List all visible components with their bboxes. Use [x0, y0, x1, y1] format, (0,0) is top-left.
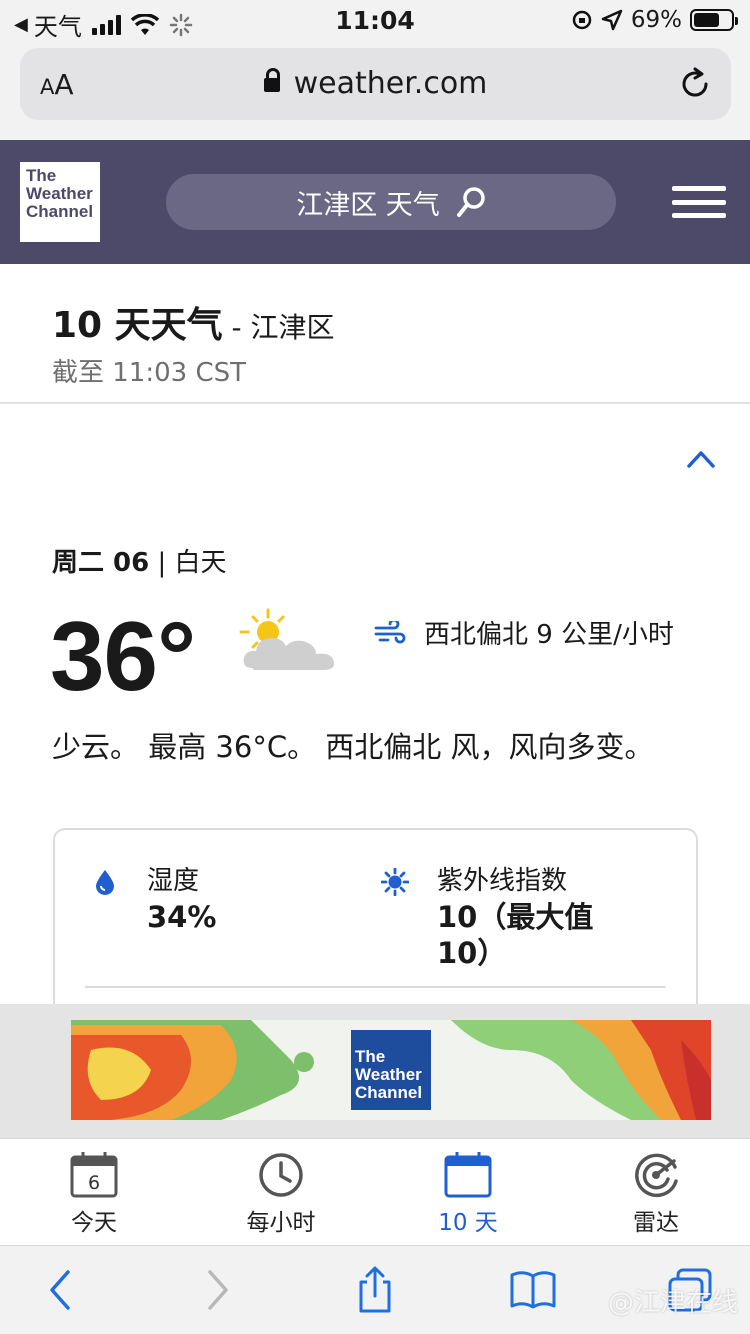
page-location: 江津区 — [250, 311, 335, 344]
back-icon[interactable] — [38, 1266, 86, 1314]
site-header: The Weather Channel 江津区 天气 — [0, 140, 750, 264]
bottom-tab-bar: 6 今天 每小时 10 天 雷达 — [0, 1138, 750, 1246]
day-heading: 周二 06 | 白天 — [52, 548, 227, 578]
orientation-lock-icon — [572, 10, 592, 30]
forward-icon[interactable] — [192, 1266, 240, 1314]
humidity-item: 湿度 34% — [96, 860, 217, 935]
uv-sun-icon — [381, 868, 409, 896]
wind-info: 西北偏北 9 公里/小时 — [374, 614, 674, 651]
humidity-label: 湿度 — [147, 866, 200, 896]
menu-icon[interactable] — [672, 186, 726, 218]
tab-label-today: 今天 — [71, 1210, 117, 1236]
collapse-chevron-icon[interactable] — [686, 448, 716, 470]
details-card: 湿度 34% 紫外线指数 10（最大值 10） — [53, 828, 698, 1028]
tab-hourly[interactable]: 每小时 — [206, 1151, 356, 1237]
tab-label-10-day: 10 天 — [438, 1210, 498, 1236]
battery-percent: 69% — [630, 7, 682, 33]
reload-icon[interactable] — [677, 66, 713, 102]
tab-label-radar: 雷达 — [633, 1210, 679, 1236]
address-bar[interactable]: AA weather.com — [20, 48, 731, 120]
tab-radar[interactable]: 雷达 — [581, 1151, 731, 1237]
wind-icon — [374, 620, 406, 643]
watermark: @江津在线 — [607, 1288, 738, 1318]
temperature: 36° — [50, 601, 196, 711]
lock-icon — [263, 68, 280, 92]
location-icon — [601, 9, 623, 31]
calendar-day-icon: 6 — [70, 1152, 118, 1198]
humidity-drop-icon — [96, 870, 114, 895]
wind-text: 西北偏北 9 公里/小时 — [424, 620, 674, 650]
page-title: 10 天天气 - 江津区 — [52, 305, 335, 346]
forecast-narrative: 少云。 最高 36°C。 西北偏北 风，风向多变。 — [52, 730, 654, 764]
calendar-icon — [444, 1152, 492, 1198]
uv-index-item: 紫外线指数 10（最大值 10） — [381, 860, 594, 971]
location-search-button[interactable]: 江津区 天气 — [166, 174, 616, 230]
search-location-text: 江津区 天气 — [296, 189, 440, 221]
updated-time: 截至 11:03 CST — [52, 358, 246, 388]
humidity-value: 34% — [147, 900, 217, 934]
browser-top-bar: AA weather.com — [0, 42, 750, 140]
ad-logo: The Weather Channel — [351, 1030, 431, 1110]
ad-banner[interactable]: The Weather Channel — [71, 1020, 711, 1120]
site-logo[interactable]: The Weather Channel — [20, 162, 100, 242]
url-text: weather.com — [293, 66, 488, 101]
ad-banner-area: The Weather Channel — [0, 1004, 750, 1138]
tab-10-day[interactable]: 10 天 — [393, 1151, 543, 1237]
svg-text:6: 6 — [88, 1172, 100, 1194]
tab-label-hourly: 每小时 — [246, 1210, 316, 1236]
bookmarks-icon[interactable] — [509, 1266, 557, 1314]
uv-value: 10（最大值 10） — [437, 900, 594, 970]
search-icon — [456, 187, 485, 217]
uv-label: 紫外线指数 — [437, 866, 568, 896]
status-bar: ◀ 天气 11:04 69% — [0, 0, 750, 42]
page-title-section: 10 天天气 - 江津区 截至 11:03 CST — [0, 264, 750, 404]
radar-icon — [635, 1153, 678, 1198]
partly-cloudy-icon — [239, 608, 335, 670]
share-icon[interactable] — [351, 1266, 399, 1314]
url-display[interactable]: weather.com — [20, 66, 731, 101]
battery-icon — [690, 9, 738, 31]
tab-today[interactable]: 6 今天 — [19, 1151, 169, 1237]
status-right: 69% — [571, 7, 738, 33]
card-divider — [85, 986, 666, 988]
clock-icon — [259, 1153, 303, 1197]
